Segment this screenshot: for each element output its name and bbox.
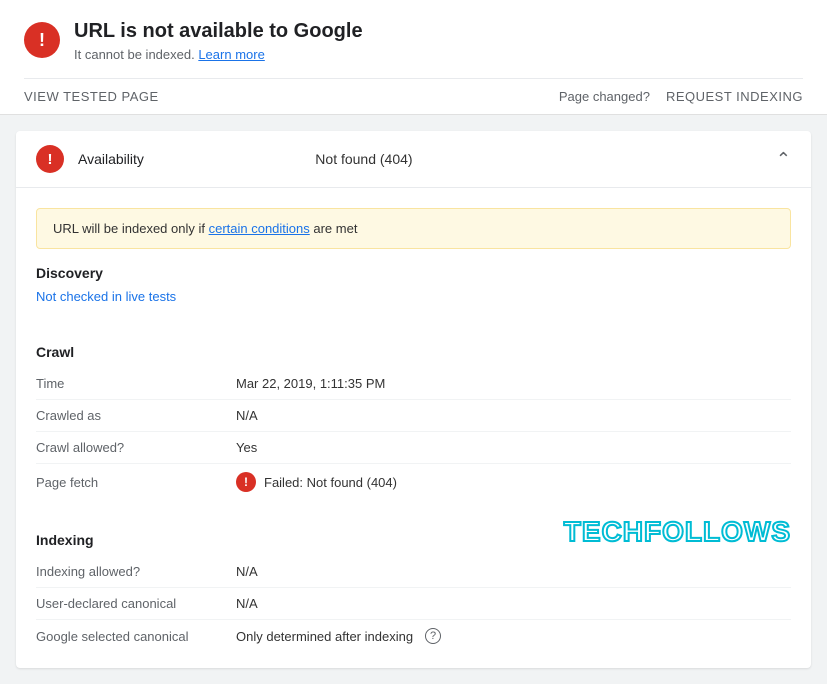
- indexing-table: Indexing allowed?N/AUser-declared canoni…: [36, 556, 791, 652]
- top-card-header: ! URL is not available to Google It cann…: [24, 20, 803, 78]
- info-value: N/A: [236, 564, 791, 579]
- top-card-actions: VIEW TESTED PAGE Page changed? REQUEST I…: [24, 78, 803, 114]
- info-label: Google selected canonical: [36, 629, 236, 644]
- info-value: Mar 22, 2019, 1:11:35 PM: [236, 376, 791, 391]
- learn-more-link[interactable]: Learn more: [198, 47, 264, 62]
- info-label: User-declared canonical: [36, 596, 236, 611]
- discovery-section: Discovery Not checked in live tests: [16, 265, 811, 328]
- indexing-section: Indexing Indexing allowed?N/AUser-declar…: [16, 532, 811, 668]
- info-icon: ?: [425, 628, 441, 644]
- main-content: ! Availability Not found (404) ⌃ URL wil…: [0, 115, 827, 684]
- detail-card: ! Availability Not found (404) ⌃ URL wil…: [16, 131, 811, 668]
- table-row: Page fetch!Failed: Not found (404): [36, 464, 791, 500]
- top-card-text: URL is not available to Google It cannot…: [74, 20, 363, 62]
- availability-label: Availability: [78, 151, 301, 167]
- info-label: Page fetch: [36, 475, 236, 490]
- discovery-title: Discovery: [36, 265, 791, 281]
- view-tested-page-button[interactable]: VIEW TESTED PAGE: [24, 89, 159, 104]
- page-title: URL is not available to Google: [74, 20, 363, 43]
- table-row: Crawl allowed?Yes: [36, 432, 791, 464]
- table-row: Crawled asN/A: [36, 400, 791, 432]
- action-right: Page changed? REQUEST INDEXING: [559, 89, 803, 104]
- availability-icon: !: [36, 145, 64, 173]
- top-card: ! URL is not available to Google It cann…: [0, 0, 827, 115]
- error-icon: !: [236, 472, 256, 492]
- crawl-section: Crawl TimeMar 22, 2019, 1:11:35 PMCrawle…: [16, 344, 811, 516]
- table-row: Indexing allowed?N/A: [36, 556, 791, 588]
- chevron-up-icon[interactable]: ⌃: [776, 149, 791, 170]
- availability-row: ! Availability Not found (404) ⌃: [16, 131, 811, 188]
- table-row: Google selected canonicalOnly determined…: [36, 620, 791, 652]
- crawl-title: Crawl: [36, 344, 791, 360]
- info-label: Crawled as: [36, 408, 236, 423]
- availability-status: Not found (404): [315, 151, 762, 167]
- info-value: Yes: [236, 440, 791, 455]
- info-label: Crawl allowed?: [36, 440, 236, 455]
- request-indexing-button[interactable]: REQUEST INDEXING: [666, 89, 803, 104]
- info-value: !Failed: Not found (404): [236, 472, 791, 492]
- crawl-table: TimeMar 22, 2019, 1:11:35 PMCrawled asN/…: [36, 368, 791, 500]
- table-row: TimeMar 22, 2019, 1:11:35 PM: [36, 368, 791, 400]
- not-checked-label: Not checked in live tests: [36, 289, 791, 304]
- indexing-title: Indexing: [36, 532, 791, 548]
- info-value: Only determined after indexing?: [236, 628, 791, 644]
- detail-card-wrapper: ! Availability Not found (404) ⌃ URL wil…: [16, 131, 811, 668]
- info-value: N/A: [236, 596, 791, 611]
- warning-banner: URL will be indexed only if certain cond…: [36, 208, 791, 249]
- info-label: Time: [36, 376, 236, 391]
- info-value: N/A: [236, 408, 791, 423]
- error-icon: !: [24, 22, 60, 58]
- certain-conditions-link[interactable]: certain conditions: [209, 221, 310, 236]
- page-changed-label: Page changed?: [559, 89, 650, 104]
- table-row: User-declared canonicalN/A: [36, 588, 791, 620]
- info-label: Indexing allowed?: [36, 564, 236, 579]
- page-subtitle: It cannot be indexed. Learn more: [74, 47, 363, 62]
